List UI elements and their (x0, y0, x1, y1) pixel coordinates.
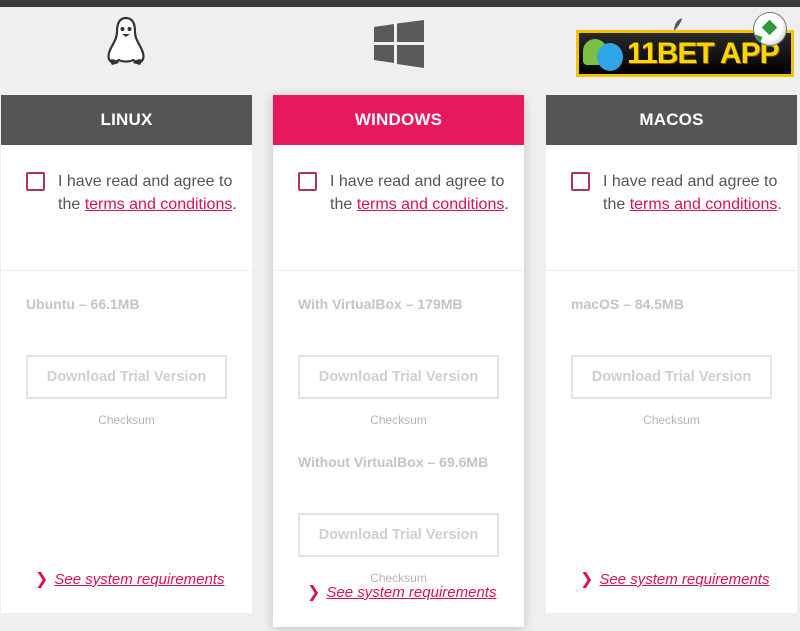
download-trial-button[interactable]: Download Trial Version (298, 355, 499, 399)
terms-link[interactable]: terms and conditions (630, 196, 778, 213)
variant-label: Ubuntu – 66.1MB (26, 296, 140, 312)
download-trial-button[interactable]: Download Trial Version (26, 355, 227, 399)
variant-label: With VirtualBox – 179MB (298, 296, 463, 312)
checksum-link[interactable]: Checksum (1, 413, 252, 427)
variant-label: macOS – 84.5MB (571, 296, 684, 312)
card-title: LINUX (1, 95, 252, 145)
linux-tux-icon (105, 16, 147, 68)
divider (546, 270, 797, 271)
checksum-link[interactable]: Checksum (273, 413, 524, 427)
card-title: WINDOWS (273, 95, 524, 145)
agree-checkbox[interactable] (571, 172, 590, 191)
soccer-ball-icon (753, 12, 787, 46)
divider (1, 270, 252, 271)
macos-download-card: MACOS I have read and agree to the terms… (546, 95, 797, 613)
apple-icon (597, 43, 623, 71)
terms-link[interactable]: terms and conditions (357, 196, 505, 213)
chevron-right-icon: ❯ (580, 571, 594, 588)
top-bar (0, 0, 800, 7)
download-trial-button[interactable]: Download Trial Version (298, 513, 499, 557)
agree-checkbox[interactable] (298, 172, 317, 191)
chevron-right-icon: ❯ (307, 584, 321, 601)
divider (273, 270, 524, 271)
checksum-link[interactable]: Checksum (546, 413, 797, 427)
variant-label: Without VirtualBox – 69.6MB (298, 454, 489, 470)
agree-checkbox[interactable] (26, 172, 45, 191)
system-requirements-link[interactable]: ❯ See system requirements (307, 582, 496, 602)
linux-download-card: LINUX I have read and agree to the terms… (1, 95, 252, 613)
terms-link[interactable]: terms and conditions (85, 196, 233, 213)
system-requirements-link[interactable]: ❯ See system requirements (35, 569, 224, 589)
apple-logo-icon (664, 17, 684, 31)
download-trial-button[interactable]: Download Trial Version (571, 355, 772, 399)
card-title: MACOS (546, 95, 797, 145)
windows-logo-icon (374, 20, 424, 68)
chevron-right-icon: ❯ (35, 571, 49, 588)
system-requirements-link[interactable]: ❯ See system requirements (580, 569, 769, 589)
windows-download-card: WINDOWS I have read and agree to the ter… (273, 95, 524, 627)
